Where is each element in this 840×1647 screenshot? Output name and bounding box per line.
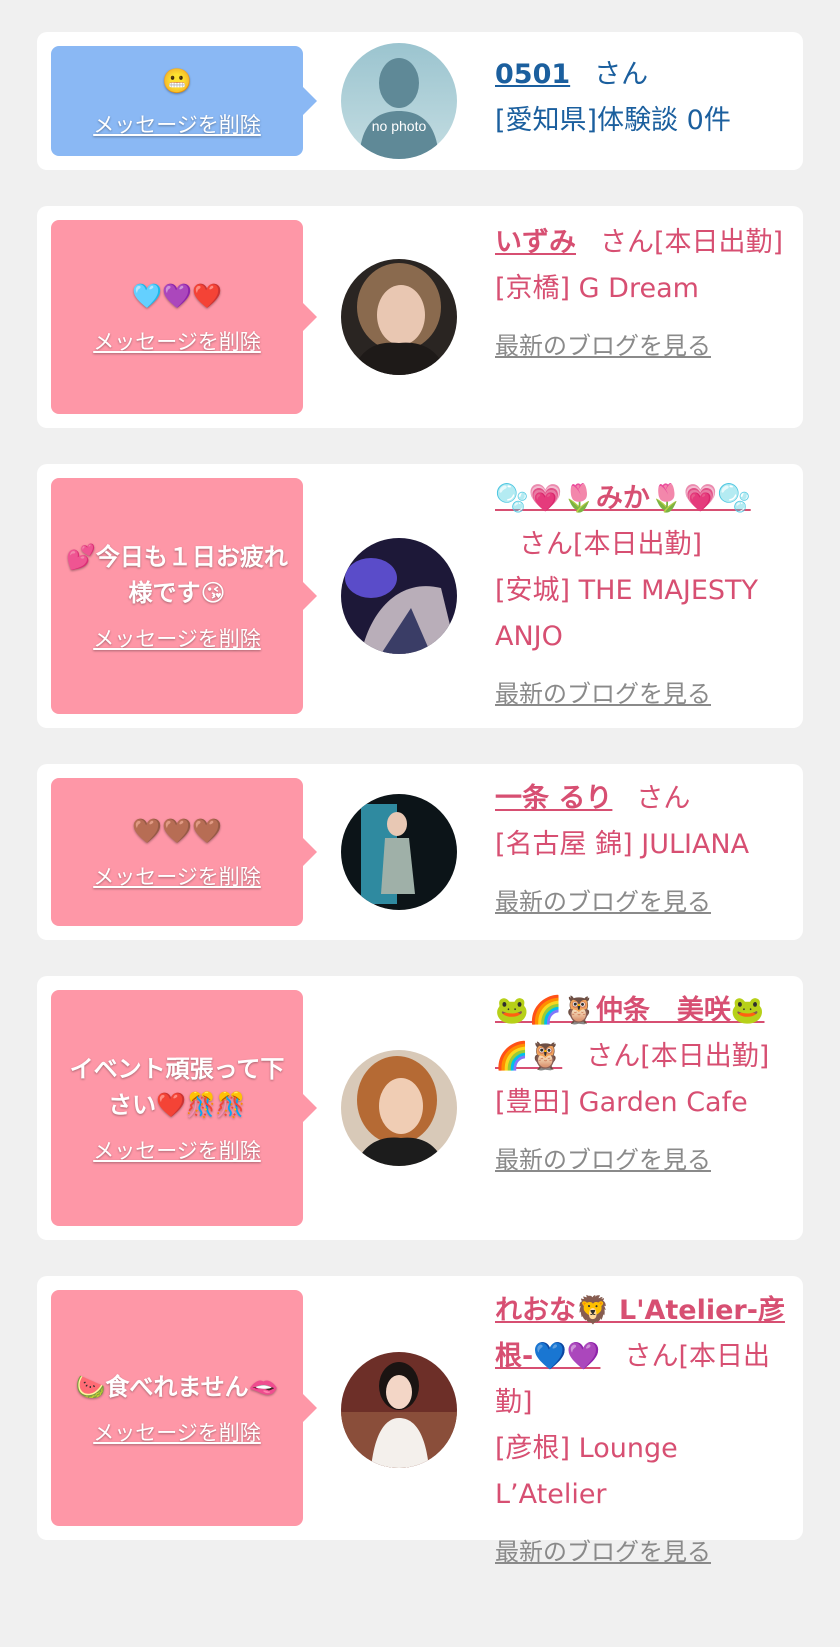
avatar-photo[interactable] (341, 259, 457, 375)
delete-message-link[interactable]: メッセージを削除 (93, 1417, 261, 1447)
svg-text:no photo: no photo (372, 118, 427, 134)
message-card: 🤎🤎🤎 メッセージを削除 一条 るり さん [名古屋 錦] JULIANA 最新の… (37, 764, 803, 940)
sender-info: 一条 るり さん [名古屋 錦] JULIANA 最新のブログを見る (495, 776, 789, 917)
sender-info: れおな🦁 L'Atelier-彦根-💙💜 さん[本日出勤] [彦根] Lounge… (495, 1288, 789, 1567)
latest-blog-link[interactable]: 最新のブログを見る (495, 1532, 789, 1567)
delete-message-link[interactable]: メッセージを削除 (93, 861, 261, 891)
message-bubble: 😬 メッセージを削除 (51, 46, 317, 156)
sender-name-link[interactable]: 0501 (495, 59, 570, 90)
message-text: 🩵💜❤️ (132, 282, 222, 310)
shop-name: [名古屋 錦] JULIANA (495, 829, 750, 860)
shop-name: [安城] THE MAJESTY ANJO (495, 575, 758, 652)
message-text: 😬 (162, 67, 192, 95)
message-card: 🍉食べれません🫦 メッセージを削除 れおな🦁 L'Atelier-彦根-💙💜 さん… (37, 1276, 803, 1566)
profile-photo (341, 794, 457, 910)
avatar-photo[interactable] (341, 1352, 457, 1468)
sender-info: 0501 さん [愛知県]体験談 0件 (495, 52, 789, 144)
honorific: さん (594, 59, 649, 90)
latest-blog-link[interactable]: 最新のブログを見る (495, 882, 789, 917)
sender-info: 🐸🌈🦉仲条 美咲🐸🌈🦉 さん[本日出勤] [豊田] Garden Cafe 最新の… (495, 988, 789, 1175)
message-bubble: 🩵💜❤️ メッセージを削除 (51, 220, 317, 414)
no-photo-icon: no photo (341, 43, 457, 159)
message-card: 😬 メッセージを削除 no photo 0501 さん [愛知県]体験談 0件 (37, 32, 803, 170)
shop-name: [豊田] Garden Cafe (495, 1087, 748, 1118)
sender-region: [愛知県]体験談 0件 (495, 105, 731, 136)
profile-photo (341, 259, 457, 375)
message-bubble: 🍉食べれません🫦 メッセージを削除 (51, 1290, 317, 1526)
avatar-no-photo[interactable]: no photo (341, 43, 457, 159)
message-bubble: 💕今日も１日お疲れ様です😘 メッセージを削除 (51, 478, 317, 714)
delete-message-link[interactable]: メッセージを削除 (93, 1135, 261, 1165)
profile-photo (341, 1050, 457, 1166)
delete-message-link[interactable]: メッセージを削除 (93, 326, 261, 356)
latest-blog-link[interactable]: 最新のブログを見る (495, 674, 789, 709)
message-bubble: イベント頑張って下さい❤️🎊🎊 メッセージを削除 (51, 990, 317, 1226)
honorific-status: さん[本日出勤] (600, 227, 784, 258)
latest-blog-link[interactable]: 最新のブログを見る (495, 326, 789, 361)
honorific-status: さん[本日出勤] (519, 529, 703, 560)
message-text: イベント頑張って下さい❤️🎊🎊 (69, 1055, 285, 1119)
delete-message-link[interactable]: メッセージを削除 (93, 109, 261, 139)
shop-name: [京橋] G Dream (495, 273, 699, 304)
avatar-photo[interactable] (341, 1050, 457, 1166)
message-text: 💕今日も１日お疲れ様です😘 (66, 543, 288, 607)
message-text: 🍉食べれません🫦 (75, 1373, 279, 1401)
shop-name: [彦根] Lounge L’Atelier (495, 1433, 678, 1510)
message-card: イベント頑張って下さい❤️🎊🎊 メッセージを削除 🐸🌈🦉仲条 美咲🐸🌈🦉 さん[本… (37, 976, 803, 1240)
sender-info: 🫧💗🌷みか🌷💗🫧 さん[本日出勤] [安城] THE MAJESTY ANJO 最… (495, 476, 789, 709)
avatar-photo[interactable] (341, 538, 457, 654)
profile-photo (341, 538, 457, 654)
sender-name-link[interactable]: 🫧💗🌷みか🌷💗🫧 (495, 483, 751, 514)
sender-name-link[interactable]: 一条 るり (495, 783, 612, 814)
message-card: 🩵💜❤️ メッセージを削除 いずみ さん[本日出勤] [京橋] G Dream 最… (37, 206, 803, 428)
message-bubble: 🤎🤎🤎 メッセージを削除 (51, 778, 317, 926)
latest-blog-link[interactable]: 最新のブログを見る (495, 1140, 789, 1175)
delete-message-link[interactable]: メッセージを削除 (93, 623, 261, 653)
avatar-photo[interactable] (341, 794, 457, 910)
honorific-status: さん[本日出勤] (586, 1041, 770, 1072)
honorific: さん (636, 783, 691, 814)
sender-info: いずみ さん[本日出勤] [京橋] G Dream 最新のブログを見る (495, 220, 789, 361)
sender-name-link[interactable]: いずみ (495, 227, 576, 258)
message-text: 🤎🤎🤎 (132, 817, 222, 845)
message-card: 💕今日も１日お疲れ様です😘 メッセージを削除 🫧💗🌷みか🌷💗🫧 さん[本日出勤] … (37, 464, 803, 728)
profile-photo (341, 1352, 457, 1468)
